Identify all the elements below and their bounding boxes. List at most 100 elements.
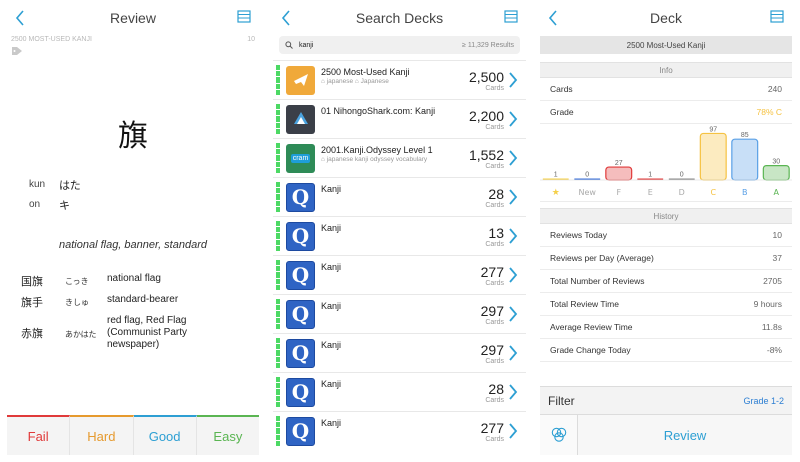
good-button[interactable]: Good bbox=[133, 415, 197, 455]
card-count-number: 28 bbox=[488, 380, 504, 397]
chevron-left-icon bbox=[281, 10, 290, 26]
card-count-number: 297 bbox=[480, 302, 504, 319]
grade-bar-value: 1 bbox=[554, 172, 558, 179]
history-value: 10 bbox=[772, 230, 782, 240]
back-button[interactable] bbox=[277, 6, 295, 30]
deck-row[interactable]: Q Kanji 297 Cards bbox=[273, 333, 526, 372]
deck-row[interactable]: Q Kanji 28 Cards bbox=[273, 372, 526, 411]
deck-card-count: 2,500 Cards bbox=[469, 69, 504, 92]
deck-name: 2500 Most-Used Kanji bbox=[321, 67, 410, 77]
history-label: Reviews Today bbox=[550, 230, 608, 240]
progress-stripe bbox=[276, 338, 280, 369]
quizlet-thumbnail-icon: Q bbox=[286, 260, 315, 290]
filter-value[interactable]: Grade 1-2 bbox=[743, 396, 784, 406]
card-count-unit: Cards bbox=[485, 357, 504, 365]
fail-button[interactable]: Fail bbox=[7, 415, 71, 455]
history-row: Total Review Time 9 hours bbox=[540, 293, 792, 316]
deck-card-count: 277 Cards bbox=[481, 264, 504, 287]
grade-bar-value: 97 bbox=[709, 126, 717, 133]
deck-info: Kanji bbox=[321, 217, 485, 234]
grade-bar-value: 27 bbox=[615, 160, 623, 167]
card-count-unit: Cards bbox=[485, 396, 504, 404]
chevron-right-icon bbox=[508, 267, 522, 283]
grade-bar-value: 30 bbox=[772, 159, 780, 166]
back-button[interactable] bbox=[11, 6, 29, 30]
deck-row[interactable]: Q Kanji 297 Cards bbox=[273, 294, 526, 333]
search-query: kanji bbox=[299, 41, 314, 49]
grade-bar bbox=[731, 138, 759, 181]
search-icon bbox=[285, 41, 293, 49]
history-section-label: History bbox=[540, 208, 792, 224]
deck-card-count: 2,200 Cards bbox=[469, 108, 504, 131]
example-furigana: きしゅ bbox=[65, 298, 89, 307]
deck-tags: ⌂ japanese kanji odyssey vocabulary bbox=[321, 156, 428, 163]
progress-stripe bbox=[276, 260, 280, 291]
plane-thumbnail-icon bbox=[286, 65, 315, 95]
deck-name: 01 NihongoShark.com: Kanji bbox=[321, 106, 436, 116]
quizlet-thumbnail-icon: Q bbox=[286, 338, 315, 368]
menu-button[interactable] bbox=[770, 10, 784, 24]
grade-chart-svg: 1 ★ 0 New 27 F 1 E 0 D 97 C 85 B 30 A bbox=[540, 126, 792, 198]
deck-label: 2500 MOST-USED KANJI bbox=[11, 36, 92, 43]
chevron-right-icon bbox=[508, 228, 522, 244]
deck-row[interactable]: 01 NihongoShark.com: Kanji 2,200 Cards bbox=[273, 99, 526, 138]
deck-info: Kanji bbox=[321, 178, 485, 195]
quizlet-thumbnail-icon: Q bbox=[286, 299, 315, 329]
chevron-right-icon bbox=[508, 189, 522, 205]
example-furigana: あかはた bbox=[65, 330, 97, 339]
grade-category-label: C bbox=[710, 188, 716, 197]
menu-button[interactable] bbox=[504, 10, 518, 24]
search-input[interactable]: kanji ≥ 11,329 Results bbox=[279, 36, 520, 54]
chevron-right-icon bbox=[508, 72, 522, 88]
grade-category-label: F bbox=[616, 188, 621, 197]
example-item: 旗手 きしゅ standard-bearer bbox=[21, 294, 259, 310]
example-word: 国旗 bbox=[21, 276, 43, 288]
hard-button[interactable]: Hard bbox=[70, 415, 134, 455]
menu-button[interactable] bbox=[237, 10, 251, 24]
filter-venn-button[interactable] bbox=[540, 415, 578, 455]
list-menu-icon bbox=[237, 10, 251, 23]
grade-bar bbox=[605, 166, 633, 181]
deck-row[interactable]: 2500 Most-Used Kanji ⌂ japanese ⌂ Japane… bbox=[273, 60, 526, 99]
deck-name: Kanji bbox=[321, 262, 342, 272]
history-label: Total Review Time bbox=[550, 299, 619, 309]
kanji-meaning: national flag, banner, standard bbox=[58, 239, 207, 251]
cards-label: Cards bbox=[550, 84, 573, 94]
easy-button[interactable]: Easy bbox=[196, 415, 259, 455]
chevron-left-icon bbox=[15, 10, 24, 26]
grade-label: Grade bbox=[550, 107, 574, 117]
deck-tags: ⌂ japanese ⌂ Japanese bbox=[321, 78, 389, 85]
deck-card-count: 277 Cards bbox=[481, 420, 504, 443]
list-menu-icon bbox=[770, 10, 784, 23]
progress-stripe bbox=[276, 143, 280, 174]
card-count-unit: Cards bbox=[485, 201, 504, 209]
deck-info: 2500 Most-Used Kanji ⌂ japanese ⌂ Japane… bbox=[321, 61, 469, 85]
deck-card-count: 297 Cards bbox=[481, 303, 504, 326]
deck-row[interactable]: Q Kanji 277 Cards bbox=[273, 255, 526, 294]
tag-icon[interactable] bbox=[11, 46, 259, 56]
review-count: 10 bbox=[247, 36, 255, 43]
deck-name: Kanji bbox=[321, 418, 342, 428]
deck-name: Kanji bbox=[321, 301, 342, 311]
deck-row[interactable]: Q Kanji 13 Cards bbox=[273, 216, 526, 255]
back-button[interactable] bbox=[544, 6, 562, 30]
search-navbar: Search Decks bbox=[273, 0, 526, 36]
chevron-right-icon bbox=[508, 306, 522, 322]
card-count-unit: Cards bbox=[485, 318, 504, 326]
history-value: 37 bbox=[772, 253, 782, 263]
deck-row[interactable]: Q Kanji 28 Cards bbox=[273, 177, 526, 216]
deck-row[interactable]: Q Kanji 277 Cards bbox=[273, 411, 526, 450]
filter-bar[interactable]: Filter Grade 1-2 bbox=[540, 386, 792, 414]
deck-row[interactable]: cram 2001.Kanji.Odyssey Level 1 ⌂ japane… bbox=[273, 138, 526, 177]
deck-name: Kanji bbox=[321, 223, 342, 233]
page-title: Review bbox=[110, 10, 156, 26]
cards-row: Cards 240 bbox=[540, 78, 792, 101]
card-count-unit: Cards bbox=[485, 162, 504, 170]
deck-info: Kanji bbox=[321, 295, 481, 312]
deck-name: Kanji bbox=[321, 340, 342, 350]
deck-card-count: 297 Cards bbox=[481, 342, 504, 365]
review-button[interactable]: Review bbox=[578, 415, 792, 455]
result-count: ≥ 11,329 Results bbox=[462, 41, 514, 49]
grade-category-label: A bbox=[774, 188, 780, 197]
answer-bar: Fail Hard Good Easy bbox=[7, 415, 259, 455]
